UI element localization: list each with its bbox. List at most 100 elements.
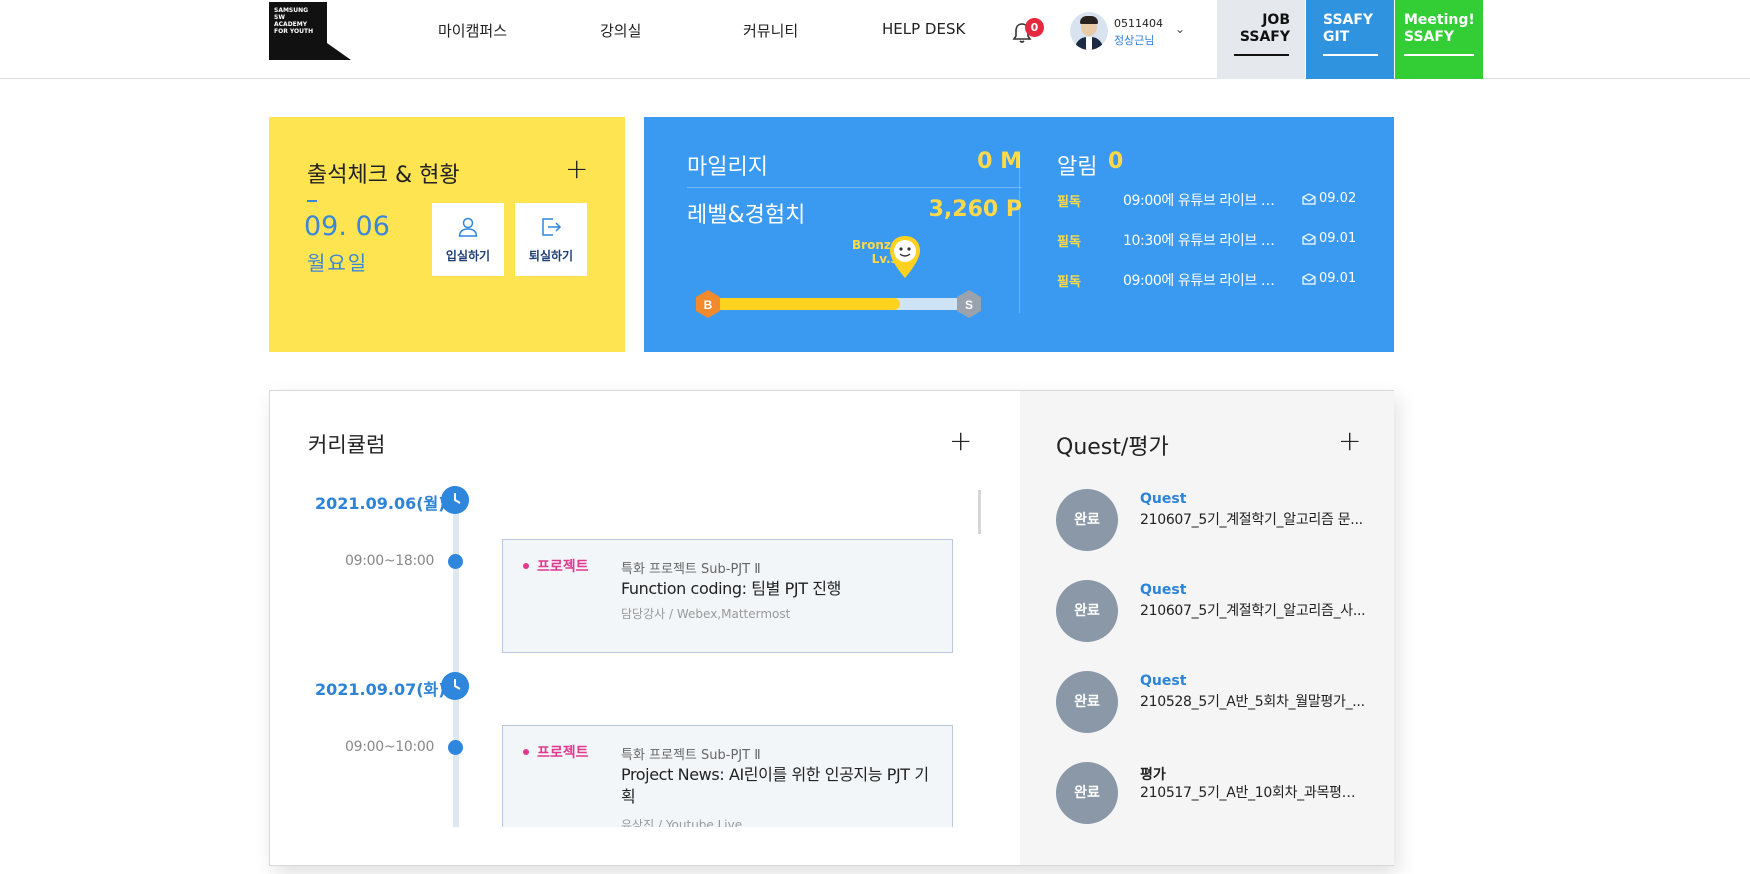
meeting-ssafy-line1: Meeting! xyxy=(1404,12,1475,28)
alert-date: 09.01 xyxy=(1319,271,1357,286)
clock-icon xyxy=(441,486,469,514)
curriculum-main-title: Function coding: 팀별 PJT 진행 xyxy=(621,579,841,598)
alert-title: 09:00에 유튜브 라이브 방... xyxy=(1123,273,1283,289)
alert-item[interactable]: 필독 09:00에 유튜브 라이브 방... 09.02 xyxy=(1057,188,1387,212)
attendance-day: 월요일 xyxy=(307,251,369,275)
silver-badge-letter: S xyxy=(965,298,973,312)
nav-my-campus[interactable]: 마이캠퍼스 xyxy=(438,20,507,41)
alert-tag: 필독 xyxy=(1057,195,1081,210)
job-ssafy-line1: JOB xyxy=(1262,12,1290,28)
curriculum-time: 09:00~18:00 xyxy=(345,553,435,569)
attendance-title: 출석체크 & 현황 xyxy=(307,163,460,188)
mileage-divider xyxy=(687,187,1022,188)
meeting-ssafy-link[interactable]: Meeting! SSAFY xyxy=(1395,0,1483,79)
avatar-hair xyxy=(1080,16,1098,24)
meta-separator: / xyxy=(657,818,666,827)
curriculum-subtitle: 특화 프로젝트 Sub-PJT Ⅱ xyxy=(621,562,761,577)
top-header: SAMSUNG SW ACADEMY FOR YOUTH 마이캠퍼스 강의실 커… xyxy=(0,0,1750,79)
curriculum-day-date: 2021.09.07(화) xyxy=(315,680,446,699)
curriculum-main-title: Project News: AI린이를 위한 인공지능 PJT 기획 xyxy=(621,765,929,806)
curriculum-platform: Youtube Live xyxy=(665,818,743,827)
curriculum-instructor: 담당강사 xyxy=(621,607,666,621)
ssafy-git-underline xyxy=(1323,54,1378,56)
date-dash xyxy=(307,200,317,202)
curriculum-meta: 담당강사 / Webex,Mattermost xyxy=(621,605,790,622)
mileage-label: 마일리지 xyxy=(687,155,768,180)
person-icon xyxy=(458,217,478,237)
curriculum-list: 2021.09.06(월) 09:00~18:00 프로젝트 특화 프로젝트 S… xyxy=(270,391,1014,827)
avatar[interactable] xyxy=(1070,12,1108,50)
check-in-button[interactable]: 입실하기 xyxy=(432,203,504,276)
alerts-count: 0 xyxy=(1108,149,1124,174)
curriculum-card[interactable]: 프로젝트 특화 프로젝트 Sub-PJT Ⅱ Function coding: … xyxy=(502,539,953,653)
logo-text: SAMSUNG SW ACADEMY FOR YOUTH xyxy=(274,7,314,35)
quest-plus-icon[interactable]: + xyxy=(1338,427,1361,455)
alert-item[interactable]: 필독 10:30에 유튜브 라이브 방... 09.01 xyxy=(1057,228,1387,252)
quest-section: Quest/평가 + 완료 Quest 210607_5기_계절학기_알고리즘 … xyxy=(1020,391,1394,865)
nav-community[interactable]: 커뮤니티 xyxy=(743,20,798,41)
logout-icon xyxy=(542,218,562,236)
quest-item[interactable]: 완료 Quest 210528_5기_A반_5회차_월말평가_... xyxy=(1056,671,1376,735)
quest-name: 210528_5기_A반_5회차_월말평가_... xyxy=(1140,694,1365,710)
smiley-pin-icon xyxy=(890,236,920,278)
check-in-label: 입실하기 xyxy=(445,249,491,263)
curriculum-tag: 프로젝트 xyxy=(537,559,589,575)
quest-item[interactable]: 완료 Quest 210607_5기_계절학기_알고리즘 문... xyxy=(1056,489,1376,553)
ssafy-git-line1: SSAFY xyxy=(1323,12,1374,28)
chevron-down-icon[interactable]: ⌄ xyxy=(1175,22,1185,36)
quest-kind: Quest xyxy=(1140,582,1187,598)
attendance-card: 출석체크 & 현황 + 09. 06 월요일 입실하기 퇴실하기 xyxy=(269,117,625,352)
quest-status-badge: 완료 xyxy=(1056,762,1118,824)
samsung-sw-academy-logo[interactable]: SAMSUNG SW ACADEMY FOR YOUTH xyxy=(269,2,351,60)
alert-title: 09:00에 유튜브 라이브 방... xyxy=(1123,193,1283,209)
mileage-card: 마일리지 0 M 레벨&경험치 3,260 P Bronze Lv.3 B S … xyxy=(644,117,1394,352)
nav-classroom[interactable]: 강의실 xyxy=(600,20,641,41)
meeting-ssafy-underline xyxy=(1404,54,1474,56)
alert-date: 09.02 xyxy=(1319,191,1357,206)
quest-name: 210517_5기_A반_10회차_과목평가... xyxy=(1140,785,1366,801)
timeline-line xyxy=(453,501,459,827)
alerts-title: 알림 xyxy=(1057,155,1098,180)
curriculum-platform: Webex,Mattermost xyxy=(676,607,791,621)
ssafy-git-link[interactable]: SSAFY GIT xyxy=(1306,0,1394,79)
quest-item[interactable]: 완료 평가 210517_5기_A반_10회차_과목평가... xyxy=(1056,762,1376,826)
meeting-ssafy-line2: SSAFY xyxy=(1404,29,1455,45)
meta-separator: / xyxy=(669,607,677,621)
curriculum-subtitle: 특화 프로젝트 Sub-PJT Ⅱ xyxy=(621,748,761,763)
quest-kind: Quest xyxy=(1140,491,1187,507)
quest-kind: 평가 xyxy=(1140,767,1166,783)
check-out-label: 퇴실하기 xyxy=(528,249,574,263)
quest-name: 210607_5기_계절학기_알고리즘 문... xyxy=(1140,512,1363,528)
quest-title: Quest/평가 xyxy=(1056,435,1169,460)
ssafy-git-line2: GIT xyxy=(1323,29,1350,45)
curriculum-instructor: 유상진 xyxy=(621,818,655,827)
tag-dot xyxy=(523,563,529,569)
quest-status-badge: 완료 xyxy=(1056,489,1118,551)
experience-progress-fill xyxy=(707,298,901,310)
timeline-dot xyxy=(448,740,463,755)
bronze-badge-icon: B xyxy=(696,290,720,318)
envelope-icon xyxy=(1302,193,1316,205)
alert-tag: 필독 xyxy=(1057,275,1081,290)
job-ssafy-link[interactable]: JOB SSAFY xyxy=(1217,0,1305,79)
mileage-vertical-divider xyxy=(1019,155,1020,313)
attendance-plus-icon[interactable]: + xyxy=(565,155,588,183)
quest-item[interactable]: 완료 Quest 210607_5기_계절학기_알고리즘_사... xyxy=(1056,580,1376,644)
alert-item[interactable]: 필독 09:00에 유튜브 라이브 방... 09.01 xyxy=(1057,268,1387,292)
bronze-badge-letter: B xyxy=(704,298,713,312)
user-id: 0511404 xyxy=(1114,17,1163,30)
envelope-icon xyxy=(1302,273,1316,285)
alert-title: 10:30에 유튜브 라이브 방... xyxy=(1123,233,1283,249)
check-out-button[interactable]: 퇴실하기 xyxy=(515,203,587,276)
envelope-icon xyxy=(1302,233,1316,245)
level-value: 3,260 P xyxy=(928,197,1022,222)
curriculum-tag: 프로젝트 xyxy=(537,745,589,761)
notification-badge: 0 xyxy=(1025,18,1044,37)
alert-date: 09.01 xyxy=(1319,231,1357,246)
curriculum-day-date: 2021.09.06(월) xyxy=(315,494,446,513)
avatar-shirt xyxy=(1086,37,1092,50)
nav-help-desk[interactable]: HELP DESK xyxy=(882,20,965,38)
curriculum-card[interactable]: 프로젝트 특화 프로젝트 Sub-PJT Ⅱ Project News: AI린… xyxy=(502,725,953,827)
user-name: 정상근님 xyxy=(1114,34,1155,47)
quest-kind: Quest xyxy=(1140,673,1187,689)
